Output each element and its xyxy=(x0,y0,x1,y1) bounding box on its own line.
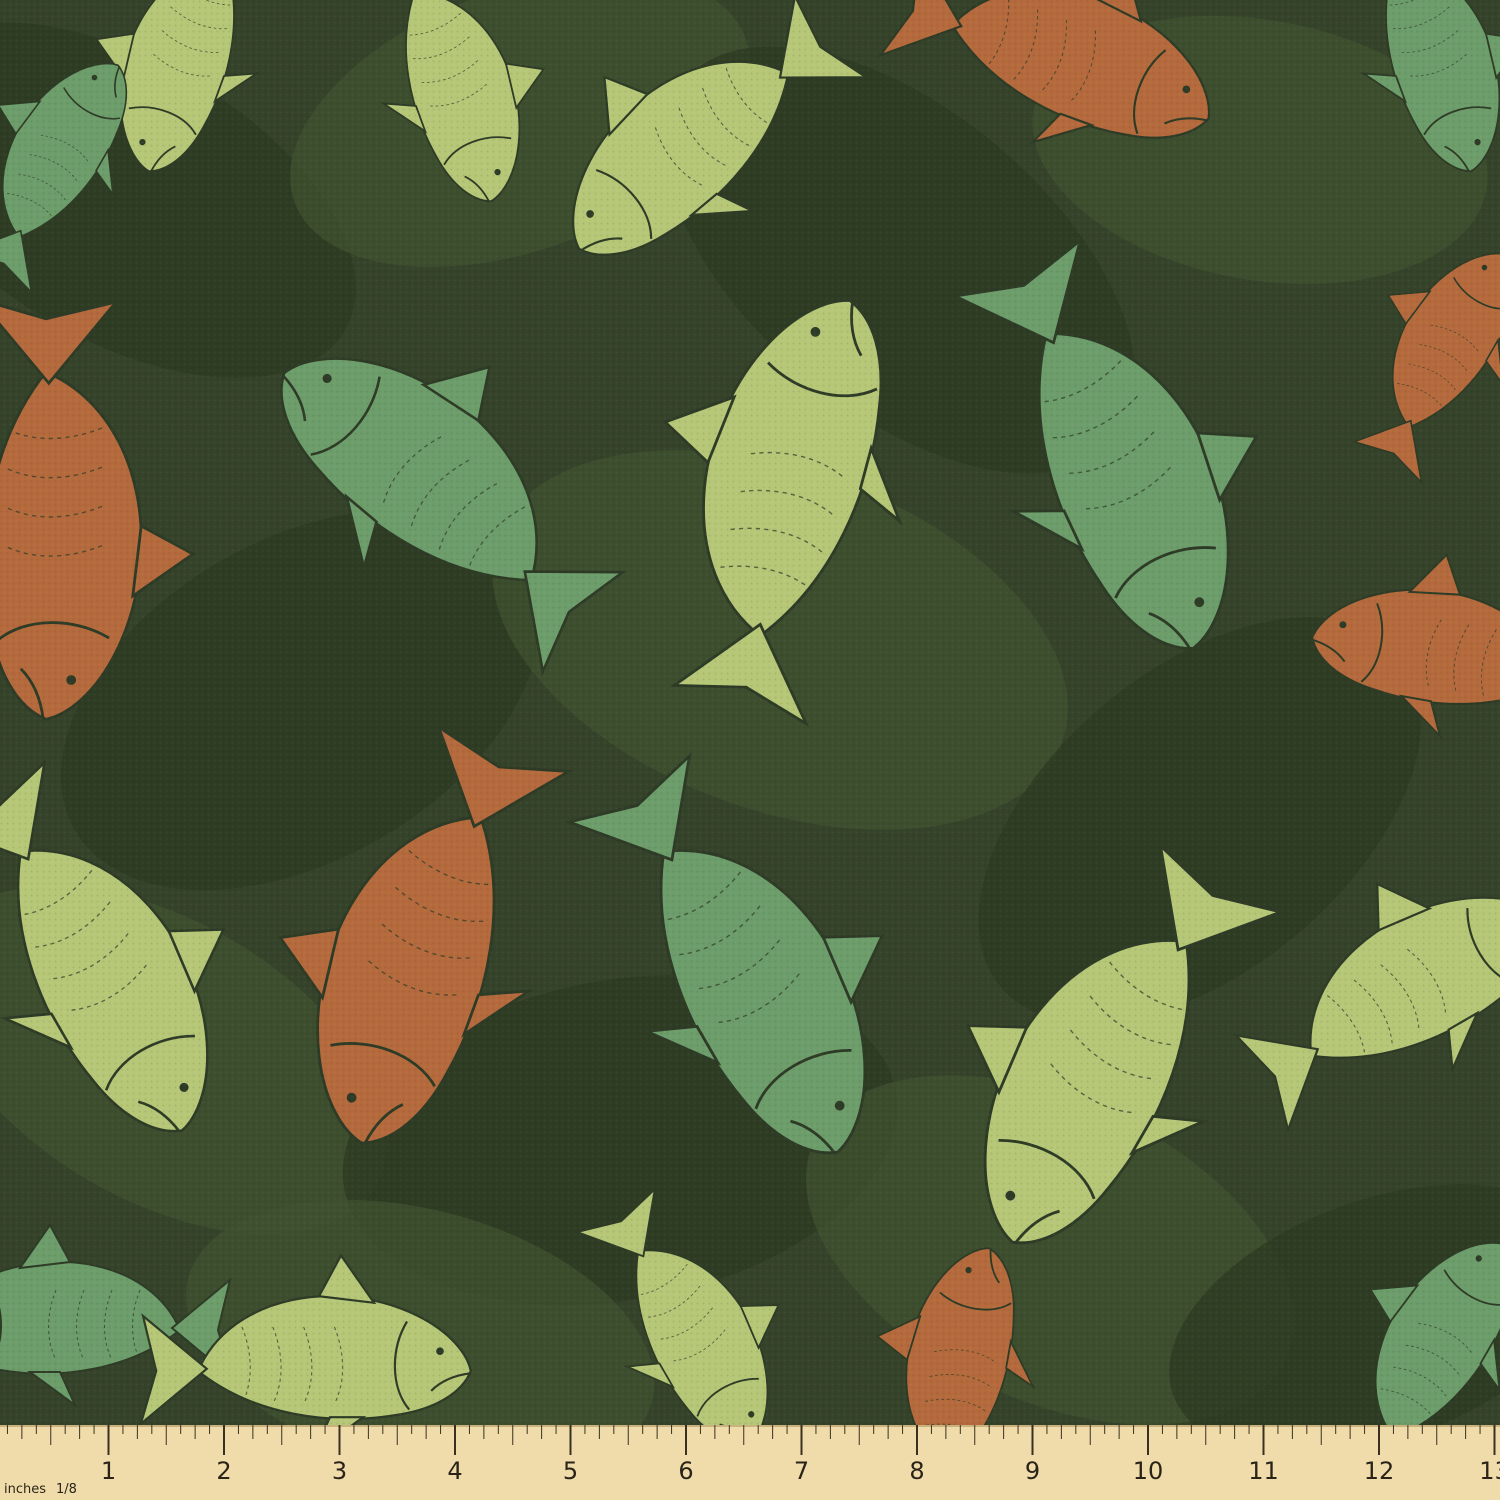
ruler-number: 1 xyxy=(101,1457,116,1485)
ruler-number: 11 xyxy=(1248,1457,1279,1485)
weave-texture xyxy=(0,0,1500,1425)
ruler-number: 7 xyxy=(794,1457,809,1485)
ruler-fraction-label: 1/8 xyxy=(56,1482,77,1497)
ruler-number: 6 xyxy=(678,1457,693,1485)
ruler-number: 3 xyxy=(332,1457,347,1485)
ruler-number: 13 xyxy=(1479,1457,1500,1485)
ruler: 12345678910111213 inches 1/8 xyxy=(0,1425,1500,1500)
ruler-number: 5 xyxy=(563,1457,578,1485)
ruler-number: 8 xyxy=(909,1457,924,1485)
ruler-number: 9 xyxy=(1025,1457,1040,1485)
ruler-unit-label: inches xyxy=(4,1482,46,1497)
ruler-number: 12 xyxy=(1364,1457,1395,1485)
ruler-number: 4 xyxy=(447,1457,462,1485)
ruler-number: 2 xyxy=(216,1457,231,1485)
ruler-number: 10 xyxy=(1133,1457,1164,1485)
product-image: 12345678910111213 inches 1/8 xyxy=(0,0,1500,1500)
fish-pattern-fabric xyxy=(0,0,1500,1425)
